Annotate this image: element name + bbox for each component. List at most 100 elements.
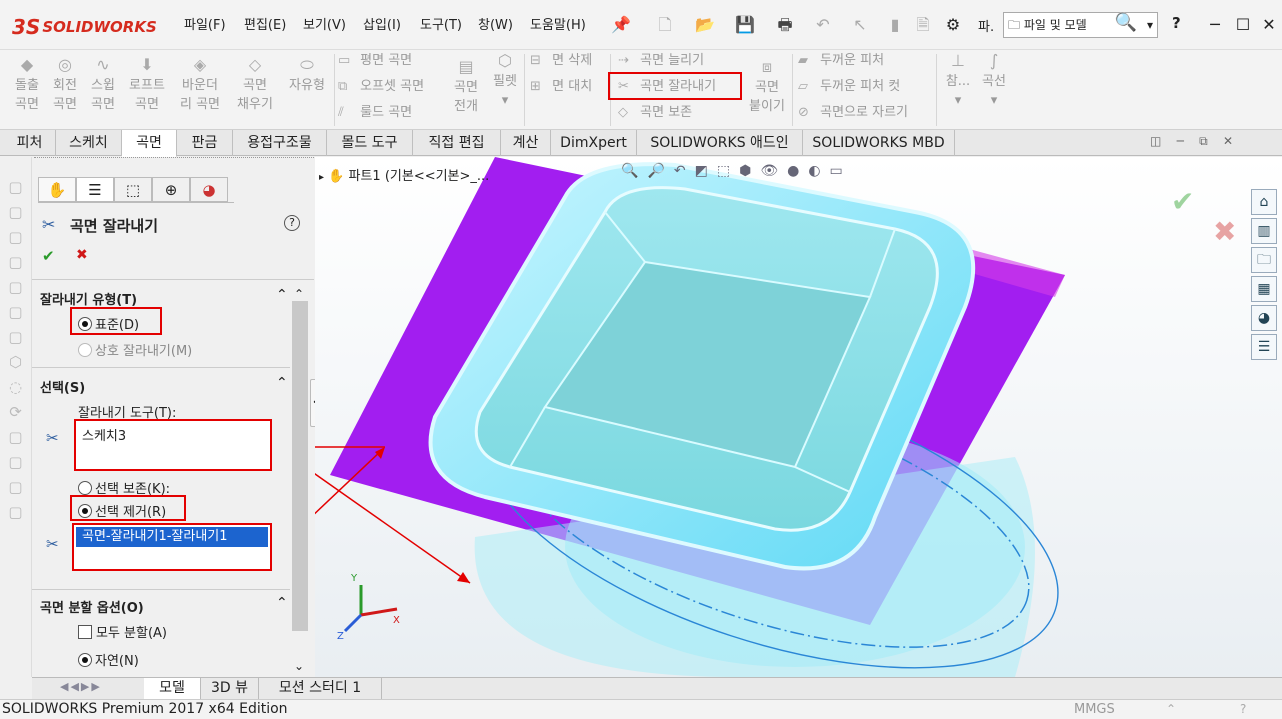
minimize-icon[interactable]: ─	[1200, 12, 1230, 38]
home-icon[interactable]: ⌂	[1251, 189, 1277, 215]
search-box[interactable]: 🗀 파일 및 모델 🔍 ▾	[1003, 12, 1158, 38]
reference-geometry-button[interactable]: ⊥ 참... ▾	[940, 52, 976, 110]
tab-direct-editing[interactable]: 직접 편집	[413, 130, 501, 156]
thicken-button[interactable]: ▰ 두꺼운 피처	[798, 50, 908, 72]
zoom-to-fit-icon[interactable]: 🔍	[621, 163, 647, 179]
knit-surface-button[interactable]: ⧈ 곡면 붙이기	[746, 58, 788, 116]
collapse-split-options-icon[interactable]: ⌃	[276, 595, 288, 611]
menu-file[interactable]: 파일(F)	[184, 14, 226, 36]
tab-scroll-buttons[interactable]: ◀◀▶▶	[60, 680, 102, 693]
previous-view-icon[interactable]: ↶	[674, 163, 695, 179]
undo-icon[interactable]: ↶	[808, 12, 838, 38]
minimize-doc-icon[interactable]: ─	[1177, 134, 1184, 148]
view-palette-icon[interactable]: ▦	[1251, 276, 1277, 302]
select-icon[interactable]: ↖	[845, 12, 875, 38]
cancel-button[interactable]: ✖	[76, 247, 88, 263]
status-units[interactable]: MMGS	[1074, 702, 1115, 717]
extend-surface-button[interactable]: ⇢ 곡면 늘리기	[618, 50, 716, 72]
appearance-icon[interactable]: ●	[787, 163, 808, 179]
confirm-cancel-icon[interactable]: ✖	[1213, 215, 1236, 248]
graphics-area[interactable]: Y X Z ▸ ✋ 파트1 (기본<<기본>_... 🔍🔎↶◩⬚⬢👁●◐▭ ✔ …	[315, 157, 1282, 677]
mutual-trim-radio[interactable]: 상호 잘라내기(M)	[78, 340, 192, 359]
search-icon[interactable]: 🔍	[1115, 11, 1137, 35]
fillet-button[interactable]: ⬡ 필렛 ▾	[486, 52, 524, 110]
restore-doc-icon[interactable]: ⧉	[1199, 134, 1208, 148]
trim-type-header[interactable]: 잘라내기 유형(T)	[40, 289, 137, 308]
loft-surface-button[interactable]: ⬇ 로프트 곡면	[122, 56, 172, 114]
delete-face-button[interactable]: ⊟ 면 삭제	[530, 50, 592, 72]
collapse-trim-type-icon[interactable]: ⌃	[276, 287, 288, 303]
status-dropdown-icon[interactable]: ⌃	[1166, 702, 1176, 716]
open-file-icon[interactable]: 📂	[690, 12, 720, 38]
tab-solidworks-mbd[interactable]: SOLIDWORKS MBD	[803, 130, 955, 156]
menu-view[interactable]: 보기(V)	[303, 14, 346, 36]
feature-manager-tab-icon[interactable]: ✋	[38, 177, 76, 202]
design-library-icon[interactable]: ▥	[1251, 218, 1277, 244]
pm-scrollbar[interactable]: ⌃ ⌄	[290, 287, 310, 673]
menu-tools[interactable]: 도구(T)	[420, 14, 462, 36]
tab-solidworks-addins[interactable]: SOLIDWORKS 애드인	[637, 130, 803, 156]
planar-surface-button[interactable]: ▭ 평면 곡면	[338, 50, 424, 72]
heads-up-view-toolbar[interactable]: 🔍🔎↶◩⬚⬢👁●◐▭	[621, 163, 852, 179]
menu-insert[interactable]: 삽입(I)	[363, 14, 401, 36]
close-doc-icon[interactable]: ✕	[1223, 134, 1233, 148]
pin-icon[interactable]: 📌	[606, 12, 636, 38]
file-properties-icon[interactable]: 🗎	[908, 12, 938, 38]
file-explorer-icon[interactable]: 🗀	[1251, 247, 1277, 273]
ruled-surface-button[interactable]: ⫽ 룰드 곡면	[338, 102, 424, 124]
extrude-surface-button[interactable]: ◆ 돌출 곡면	[6, 56, 48, 114]
standard-radio[interactable]: 표준(D)	[78, 314, 139, 333]
dimxpert-manager-tab-icon[interactable]: ⊕	[152, 177, 190, 202]
options-gear-icon[interactable]: ⚙	[938, 12, 968, 38]
removed-piece-item[interactable]: 곡면-잘라내기1-잘라내기1	[76, 527, 268, 547]
scene-icon[interactable]: ◐	[808, 163, 829, 179]
tab-features[interactable]: 피처	[4, 130, 56, 156]
tab-model[interactable]: 모델	[144, 678, 200, 700]
close-icon[interactable]: ✕	[1254, 12, 1282, 38]
curves-button[interactable]: ∫ 곡선 ▾	[976, 52, 1012, 110]
remove-selections-radio[interactable]: 선택 제거(R)	[78, 501, 166, 520]
tab-weldments[interactable]: 용접구조물	[233, 130, 327, 156]
view-orientation-icon[interactable]: ⬚	[717, 163, 739, 179]
replace-face-button[interactable]: ⊞ 면 대치	[530, 76, 592, 98]
status-help-icon[interactable]: ?	[1240, 702, 1246, 716]
pm-help-icon[interactable]: ?	[284, 215, 300, 231]
property-manager-tab-icon[interactable]: ☰	[76, 177, 114, 202]
collapse-selections-icon[interactable]: ⌃	[276, 375, 288, 391]
display-settings-icon[interactable]: ▭	[830, 163, 852, 179]
split-all-checkbox[interactable]: 모두 분할(A)	[78, 622, 167, 641]
expand-arrow-icon[interactable]: ▸	[319, 172, 324, 183]
ok-button[interactable]: ✔	[42, 247, 55, 265]
trim-tool-listbox[interactable]: 스케치3	[74, 419, 272, 471]
display-style-icon[interactable]: ⬢	[739, 163, 760, 179]
selections-header[interactable]: 선택(S)	[40, 377, 85, 396]
pieces-listbox[interactable]: 곡면-잘라내기1-잘라내기1	[72, 523, 272, 571]
filled-surface-button[interactable]: ◇ 곡면 채우기	[230, 56, 280, 114]
save-icon[interactable]: 💾	[730, 12, 760, 38]
help-button[interactable]: ?	[1172, 14, 1181, 32]
cut-with-surface-button[interactable]: ⊘ 곡면으로 자르기	[798, 102, 908, 124]
appearances-icon[interactable]: ◕	[1251, 305, 1277, 331]
new-file-icon[interactable]: 🗋	[650, 12, 680, 38]
custom-properties-icon[interactable]: ☰	[1251, 334, 1277, 360]
untrim-surface-button[interactable]: ◇ 곡면 보존	[618, 102, 716, 124]
more-menu[interactable]: 파.	[978, 16, 994, 35]
offset-surface-button[interactable]: ⧉ 오프셋 곡면	[338, 76, 424, 98]
thicken-cut-button[interactable]: ▱ 두꺼운 피처 컷	[798, 76, 908, 98]
feature-tree-flyout[interactable]: ▸ ✋ 파트1 (기본<<기본>_...	[319, 165, 489, 184]
hide-show-icon[interactable]: 👁	[760, 163, 787, 179]
tab-evaluate[interactable]: 계산	[501, 130, 551, 156]
menu-window[interactable]: 창(W)	[478, 14, 513, 36]
search-dropdown-icon[interactable]: ▾	[1147, 13, 1153, 37]
natural-radio[interactable]: 자연(N)	[78, 650, 139, 669]
confirm-ok-icon[interactable]: ✔	[1171, 185, 1194, 218]
display-manager-tab-icon[interactable]: ◕	[190, 177, 228, 202]
tab-dimxpert[interactable]: DimXpert	[551, 130, 637, 156]
configuration-manager-tab-icon[interactable]: ⬚	[114, 177, 152, 202]
tab-mold-tools[interactable]: 몰드 도구	[327, 130, 413, 156]
tile-icon[interactable]: ◫	[1150, 134, 1161, 148]
split-options-header[interactable]: 곡면 분할 옵션(O)	[40, 597, 144, 616]
scroll-thumb[interactable]	[292, 301, 308, 631]
boundary-surface-button[interactable]: ◈ 바운더 리 곡면	[174, 56, 226, 114]
tab-surfaces[interactable]: 곡면	[122, 130, 177, 157]
